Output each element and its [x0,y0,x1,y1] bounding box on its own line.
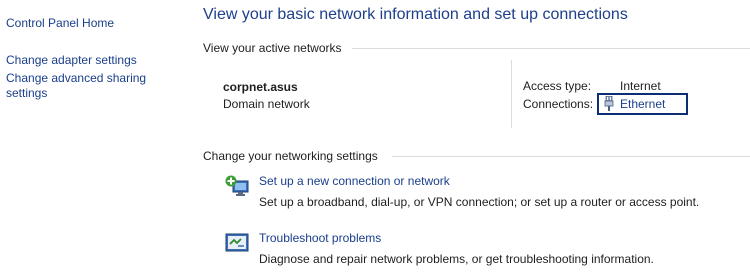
control-panel-home-link[interactable]: Control Panel Home [6,16,176,31]
network-category: Domain network [223,97,310,111]
access-type-label: Access type: [523,79,592,93]
change-settings-divider [392,156,750,157]
page-title: View your basic network information and … [203,6,628,23]
change-settings-heading: Change your networking settings [203,149,378,163]
active-networks-heading: View your active networks [203,41,342,55]
troubleshoot-problems-description: Diagnose and repair network problems, or… [259,252,654,266]
setup-new-connection-description: Set up a broadband, dial-up, or VPN conn… [259,195,700,209]
network-vertical-divider [511,60,512,128]
ethernet-plug-icon [604,96,614,111]
active-networks-divider [352,48,750,49]
connections-label: Connections: [523,97,594,111]
change-advanced-sharing-link[interactable]: Change advanced sharing settings [6,71,166,101]
setup-new-connection-link[interactable]: Set up a new connection or network [259,174,450,188]
ethernet-connection-link[interactable]: Ethernet [620,97,665,111]
network-name: corpnet.asus [223,80,298,94]
troubleshoot-icon [225,233,249,252]
left-nav-pane: Control Panel Home Change adapter settin… [6,16,176,101]
access-type-value: Internet [620,79,661,93]
network-sharing-center: Control Panel Home Change adapter settin… [0,0,750,279]
new-connection-icon [225,175,249,196]
change-adapter-settings-link[interactable]: Change adapter settings [6,53,176,68]
troubleshoot-problems-link[interactable]: Troubleshoot problems [259,231,381,245]
